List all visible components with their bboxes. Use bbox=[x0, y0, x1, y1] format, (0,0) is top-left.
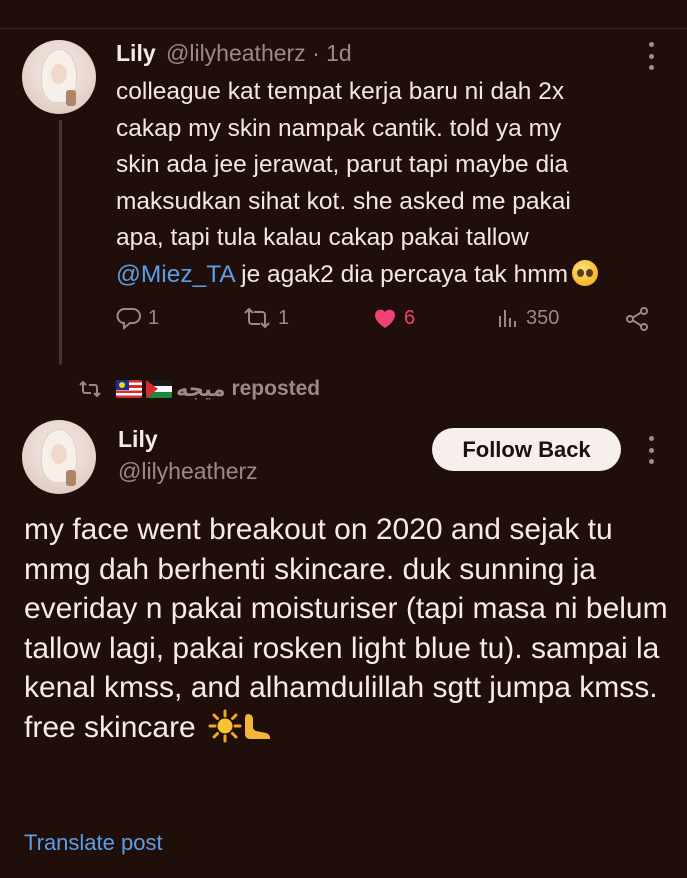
more-options-icon[interactable] bbox=[640, 42, 662, 70]
more-options-icon[interactable] bbox=[640, 436, 662, 464]
avatar[interactable] bbox=[22, 420, 96, 494]
repost-button[interactable]: 1 bbox=[242, 306, 289, 330]
repost-icon bbox=[244, 307, 270, 329]
avatar[interactable] bbox=[22, 40, 96, 114]
share-button[interactable] bbox=[624, 306, 656, 332]
views-button[interactable]: 350 bbox=[496, 306, 559, 330]
reposter-name[interactable]: ميجه bbox=[176, 377, 225, 402]
translate-post-link[interactable]: Translate post bbox=[24, 830, 163, 856]
repost-indicator-icon bbox=[79, 380, 101, 398]
tweet-text: my face went breakout on 2020 and sejak … bbox=[24, 513, 668, 744]
repost-count: 1 bbox=[278, 306, 290, 329]
sun-icon bbox=[208, 709, 242, 742]
heart-icon bbox=[375, 309, 395, 328]
share-icon bbox=[626, 307, 648, 331]
repost-indicator[interactable]: ميجه reposted bbox=[78, 374, 320, 404]
pleading-face-icon bbox=[572, 259, 599, 286]
thread-line bbox=[59, 120, 62, 365]
author-handle[interactable]: @lilyheatherz bbox=[118, 458, 258, 485]
reply-count: 1 bbox=[148, 306, 160, 329]
follow-back-button[interactable]: Follow Back bbox=[432, 428, 621, 471]
reply-icon bbox=[116, 308, 141, 330]
like-button[interactable]: 6 bbox=[372, 306, 415, 330]
views-count: 350 bbox=[526, 306, 560, 329]
top-divider bbox=[0, 28, 687, 29]
palestine-flag-icon bbox=[146, 380, 172, 398]
tweet-actions: 1 1 6 350 bbox=[116, 306, 656, 336]
like-count: 6 bbox=[404, 306, 416, 329]
author-handle[interactable]: @lilyheatherz · 1d bbox=[166, 40, 352, 67]
mention-link[interactable]: @Miez_TA bbox=[116, 261, 234, 288]
views-icon bbox=[499, 310, 516, 327]
author-name[interactable]: Lily bbox=[116, 40, 156, 67]
tweet-text: colleague kat tempat kerja baru ni dah 2… bbox=[116, 74, 664, 293]
malaysia-flag-icon bbox=[116, 380, 142, 398]
author-name[interactable]: Lily bbox=[118, 426, 158, 453]
reposted-label: reposted bbox=[231, 377, 321, 400]
reply-button[interactable]: 1 bbox=[116, 306, 159, 330]
foot-icon bbox=[245, 713, 271, 739]
